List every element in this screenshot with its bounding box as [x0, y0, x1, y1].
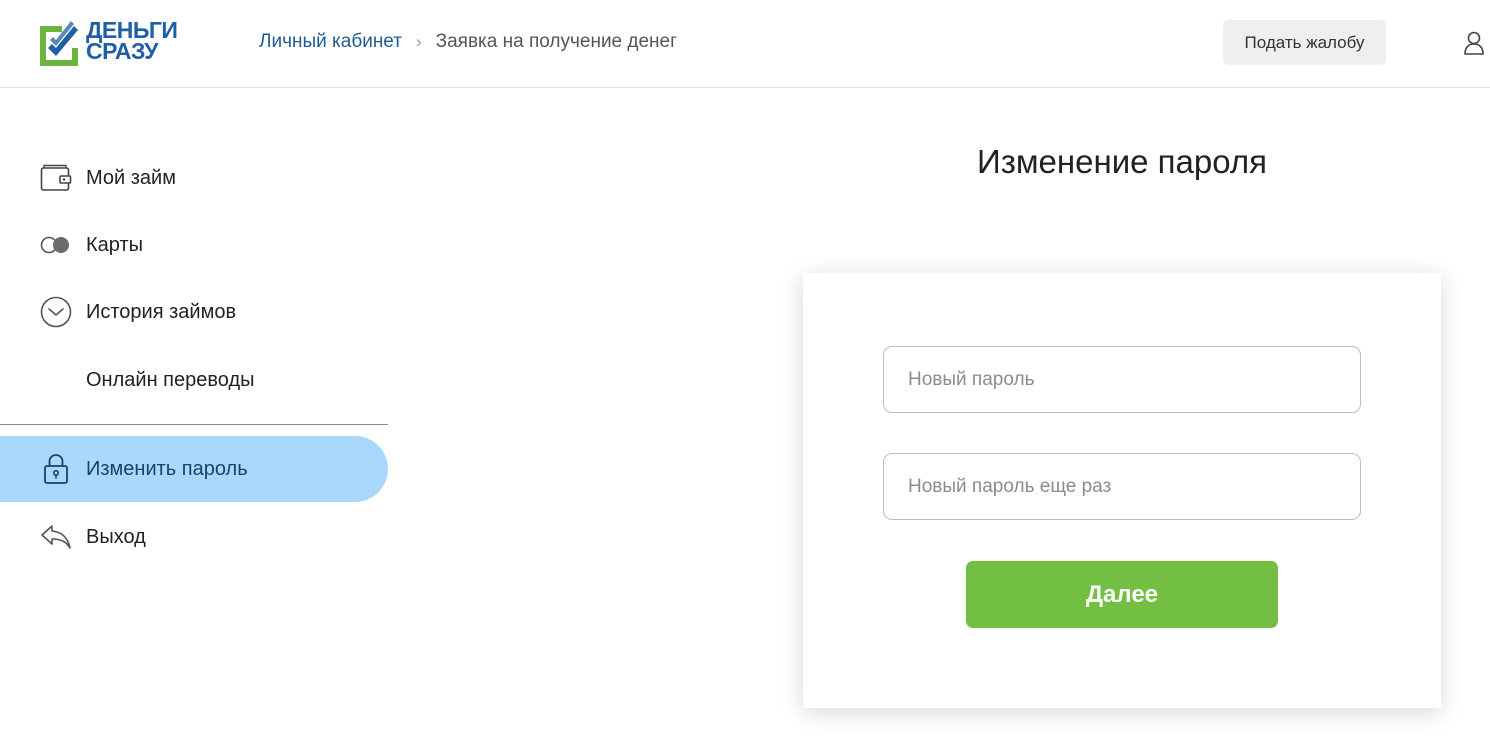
sidebar-item-change-password[interactable]: Изменить пароль [0, 436, 388, 502]
sidebar-item-cards[interactable]: Карты [0, 212, 388, 278]
sidebar-item-label: Изменить пароль [86, 457, 248, 480]
new-password-input[interactable] [883, 346, 1361, 413]
sidebar-item-loan-history[interactable]: История займов [0, 279, 388, 345]
logo[interactable]: ДЕНЬГИ СРАЗУ [38, 18, 188, 70]
sidebar-item-logout[interactable]: Выход [0, 504, 388, 570]
sidebar-item-label: История займов [86, 300, 237, 323]
logout-arrow-icon [40, 521, 72, 553]
sidebar: Мой займ Карты История займов Онлайн пер… [0, 88, 388, 742]
repeat-password-input[interactable] [883, 453, 1361, 520]
page-title: Изменение пароля [977, 143, 1267, 180]
header: ДЕНЬГИ СРАЗУ Личный кабинет › Заявка на … [0, 0, 1490, 88]
sidebar-item-online-transfers[interactable]: Онлайн переводы [0, 347, 388, 413]
next-button[interactable]: Далее [966, 561, 1278, 628]
clock-icon [40, 296, 72, 328]
sidebar-item-label: Онлайн переводы [86, 368, 255, 391]
breadcrumb-separator-icon: › [415, 32, 422, 51]
breadcrumb: Личный кабинет › Заявка на получение ден… [259, 31, 677, 53]
sidebar-item-label: Карты [86, 233, 143, 256]
sidebar-item-my-loan[interactable]: Мой займ [0, 145, 388, 211]
logo-mark-icon [40, 21, 78, 66]
breadcrumb-home-link[interactable]: Личный кабинет [259, 31, 402, 53]
wallet-icon [40, 162, 72, 194]
lock-icon [40, 453, 72, 485]
logo-line-2: СРАЗУ [86, 38, 158, 64]
logo-text: ДЕНЬГИ СРАЗУ [86, 19, 178, 64]
sidebar-item-label: Мой займ [86, 166, 176, 189]
breadcrumb-current: Заявка на получение денег [435, 31, 678, 52]
cards-icon [40, 229, 72, 261]
password-form-card: Далее [803, 273, 1441, 708]
sidebar-divider [0, 424, 388, 425]
user-icon[interactable] [1463, 31, 1485, 55]
sidebar-item-label: Выход [86, 525, 146, 548]
complaint-button[interactable]: Подать жалобу [1223, 20, 1386, 65]
